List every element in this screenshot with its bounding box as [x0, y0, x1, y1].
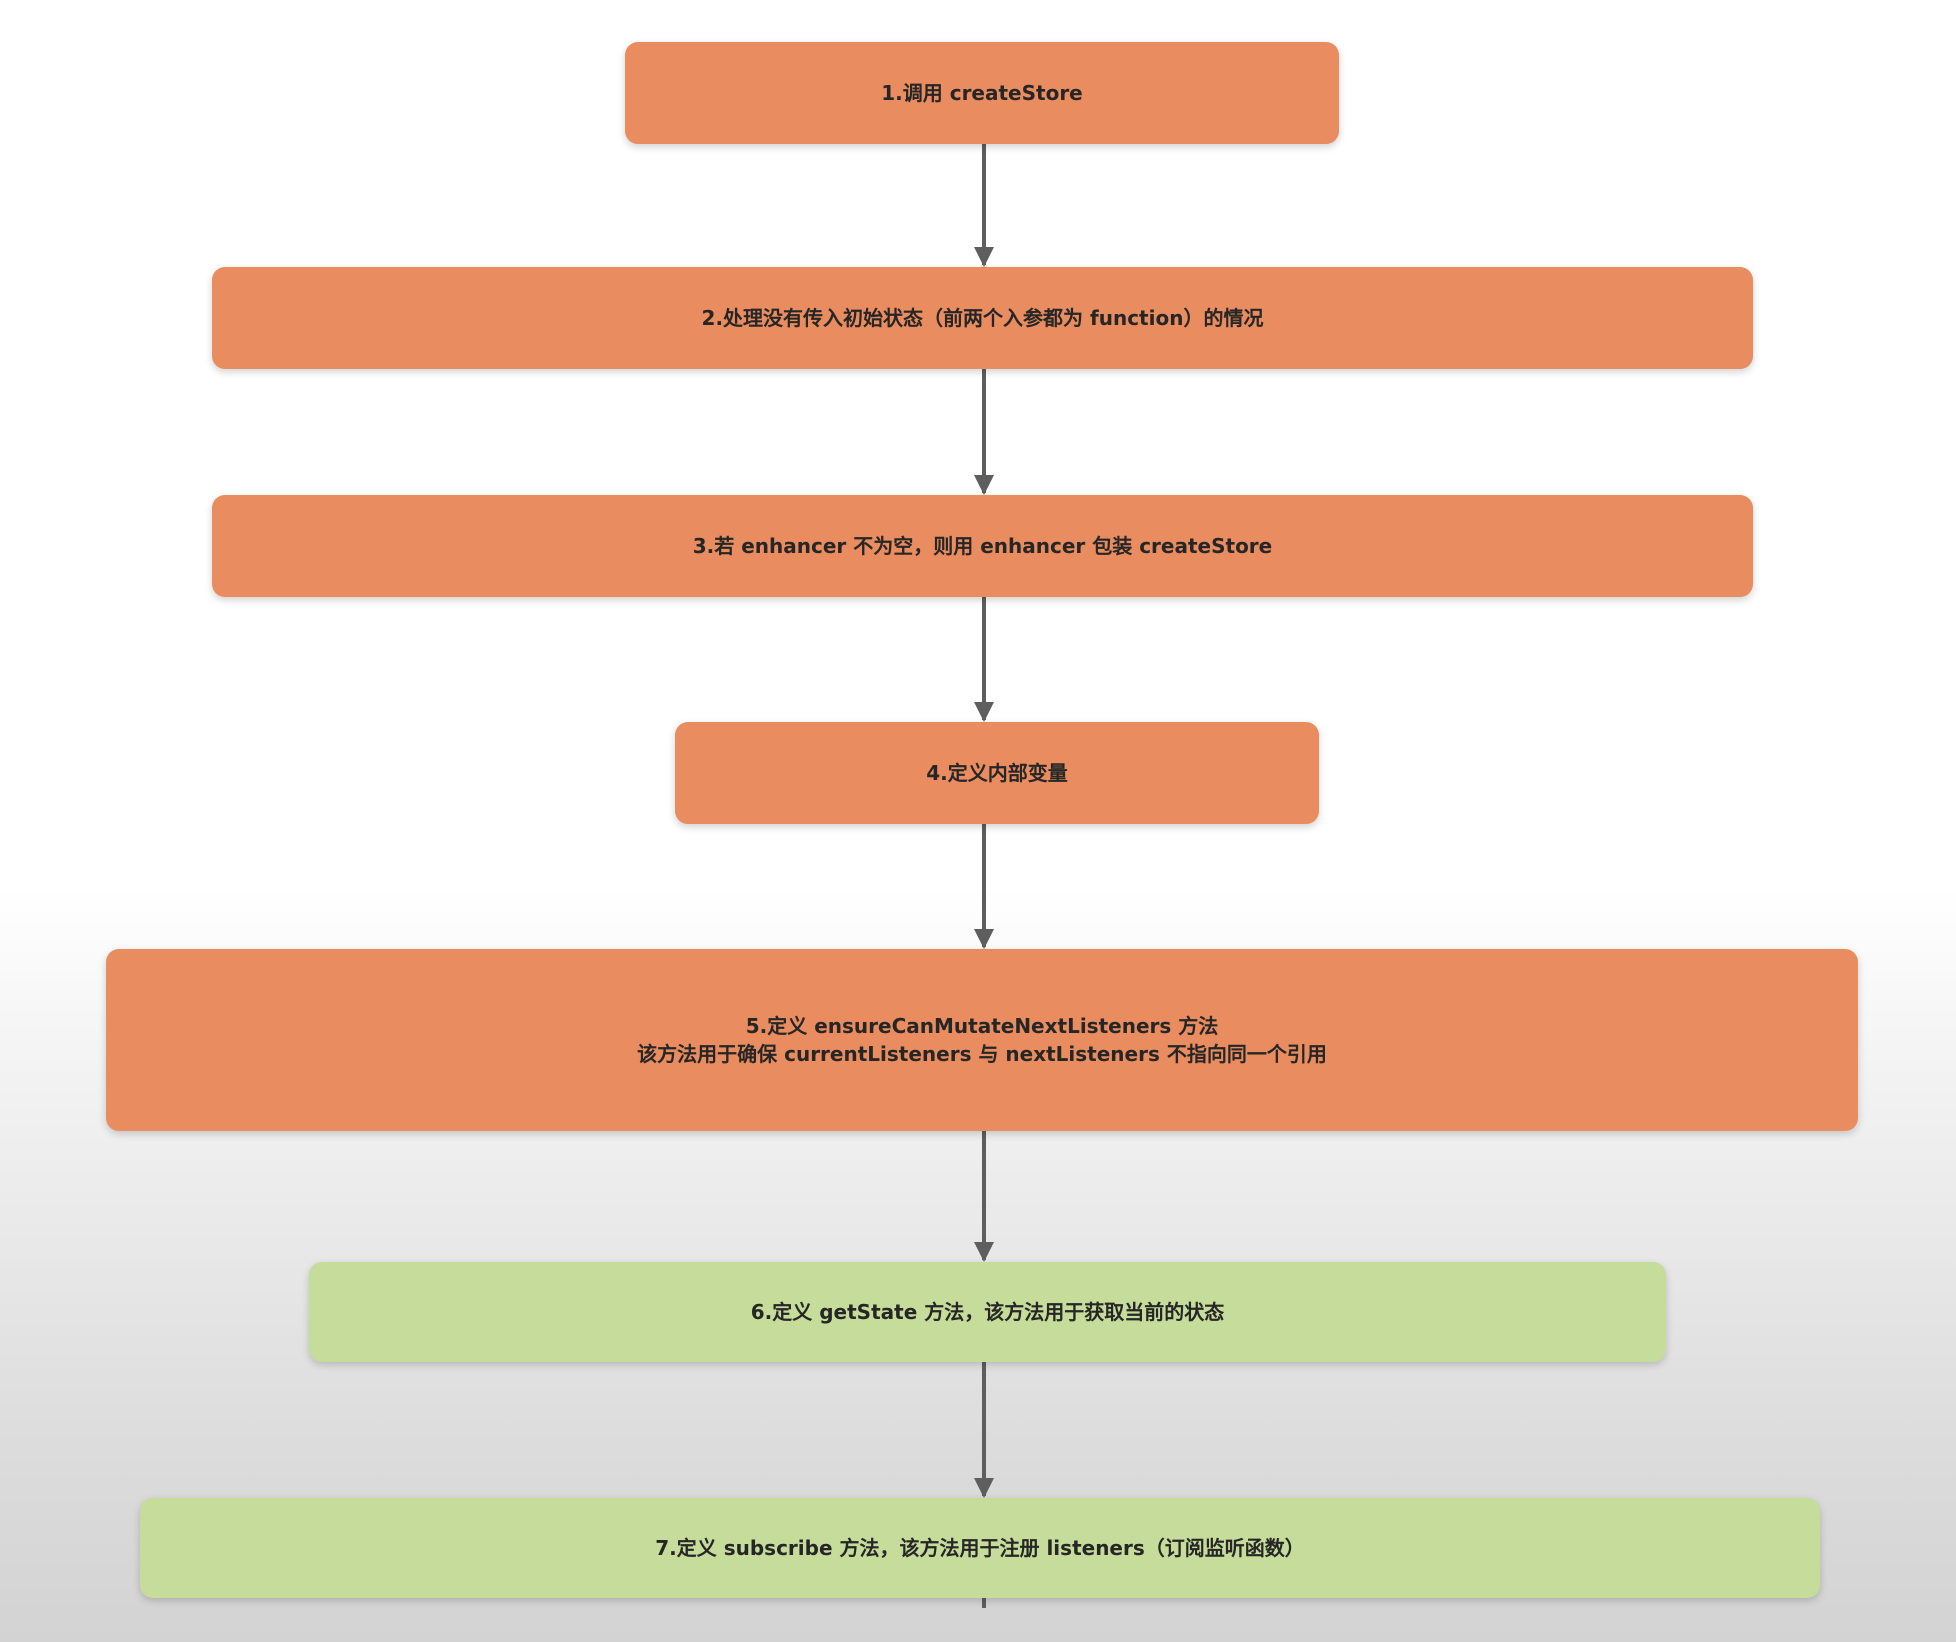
step-3-box: 3.若 enhancer 不为空，则用 enhancer 包装 createSt…	[212, 495, 1753, 597]
step-5-text-line-1: 5.定义 ensureCanMutateNextListeners 方法	[745, 1014, 1219, 1038]
step-5-text-line-2: 该方法用于确保 currentListeners 与 nextListeners…	[637, 1042, 1327, 1066]
step-6-box: 6.定义 getState 方法，该方法用于获取当前的状态	[309, 1262, 1666, 1362]
step-2-text: 2.处理没有传入初始状态（前两个入参都为 function）的情况	[701, 306, 1264, 330]
step-1-box: 1.调用 createStore	[625, 42, 1339, 144]
step-5-box: 5.定义 ensureCanMutateNextListeners 方法 该方法…	[106, 949, 1858, 1131]
step-3-text: 3.若 enhancer 不为空，则用 enhancer 包装 createSt…	[692, 534, 1273, 558]
step-4-text: 4.定义内部变量	[926, 761, 1068, 785]
step-1-text: 1.调用 createStore	[881, 81, 1083, 105]
step-7-text: 7.定义 subscribe 方法，该方法用于注册 listeners（订阅监听…	[655, 1536, 1305, 1560]
step-7-box: 7.定义 subscribe 方法，该方法用于注册 listeners（订阅监听…	[140, 1498, 1820, 1598]
step-6-text: 6.定义 getState 方法，该方法用于获取当前的状态	[750, 1300, 1225, 1324]
step-2-box: 2.处理没有传入初始状态（前两个入参都为 function）的情况	[212, 267, 1753, 369]
step-4-box: 4.定义内部变量	[675, 722, 1319, 824]
